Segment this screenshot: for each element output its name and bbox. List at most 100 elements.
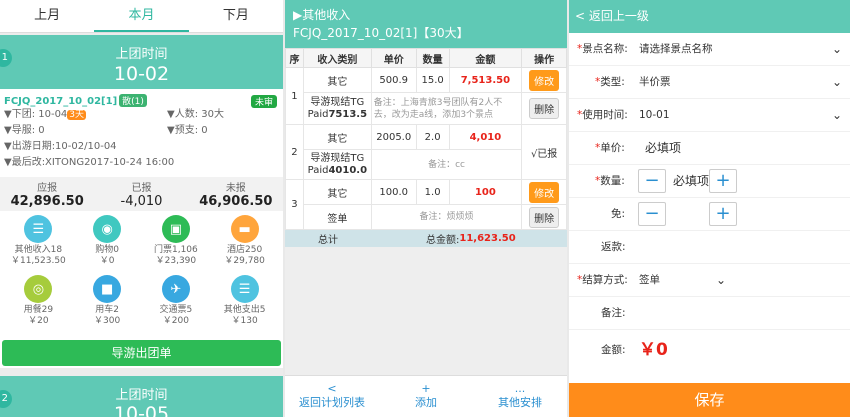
qty-input[interactable]: 必填项	[673, 165, 709, 198]
category-item[interactable]: ✈ 交通票5 ￥200	[142, 275, 211, 335]
col-header: 数量	[415, 48, 450, 68]
hotel-icon: ▬	[230, 215, 259, 243]
other-expense-icon: ☰	[230, 275, 259, 303]
tour-end: ▼下团: 10-04	[4, 109, 68, 120]
free-minus-button[interactable]: −	[638, 202, 666, 226]
income-category: 其它	[302, 67, 372, 93]
trip-dates: ▼出游日期:10-02/10-04	[4, 141, 117, 152]
table-row: 1 其它 500.9 15.0 7,513.50 修改	[285, 67, 567, 125]
group-start-date: 10-02	[113, 63, 170, 85]
price-input[interactable]: 必填项	[645, 132, 681, 165]
category-amount: ￥0	[99, 256, 115, 266]
category-label: 购物0	[95, 245, 119, 255]
paid-value: 4010.0	[328, 164, 368, 176]
total-amount-label: 总金额:	[426, 235, 460, 246]
qty-label: 数量:	[600, 175, 625, 187]
rebate-row: 返款:	[569, 231, 850, 264]
shopping-icon: ◉	[93, 215, 122, 243]
free-row: 免: − +	[569, 198, 850, 231]
category-item[interactable]: ▣ 门票1,106 ￥23,390	[142, 215, 211, 275]
car-icon: ■	[93, 275, 122, 303]
prepay: ▼预支: 0	[167, 125, 208, 136]
settle-row[interactable]: *结算方式: 签单 ⌄	[569, 264, 850, 297]
remark: 备注：cc	[370, 149, 523, 180]
edit-button[interactable]: 修改	[529, 69, 560, 91]
add-button[interactable]: + 添加	[379, 376, 473, 417]
date-label: 使用时间:	[582, 109, 628, 121]
summary-value: 42,896.50	[10, 194, 84, 209]
tab-last-month[interactable]: 上月	[0, 0, 94, 32]
summary-value: -4,010	[120, 194, 163, 209]
month-tabs: 上月 本月 下月	[0, 0, 283, 33]
edit-button[interactable]: 修改	[529, 181, 560, 203]
category-label: 酒店250	[227, 245, 263, 255]
other-income-icon: ☰	[24, 215, 53, 243]
qty-minus-button[interactable]: −	[638, 169, 666, 193]
tour-subtitle: FCJQ_2017_10_02[1]【30大】	[293, 26, 469, 40]
reported-status: √已报	[521, 124, 567, 180]
settle-label: 结算方式:	[582, 274, 628, 286]
category-item[interactable]: ▬ 酒店250 ￥29,780	[210, 215, 279, 275]
category-label: 用车2	[95, 305, 119, 315]
date-select[interactable]: 10-01	[639, 99, 670, 132]
summary-header: 未报	[225, 183, 246, 194]
remark: 备注：烦烦烦	[370, 204, 523, 230]
type-row[interactable]: *类型: 半价票 ⌄	[569, 66, 850, 99]
category-label: 用餐29	[23, 305, 54, 315]
row-number: 1	[285, 67, 304, 125]
tab-next-month[interactable]: 下月	[189, 0, 283, 32]
delete-button[interactable]: 删除	[529, 98, 560, 119]
bottom-toolbar: < 返回计划列表 + 添加 ... 其他安排	[285, 375, 567, 417]
table-row: 签单 备注：烦烦烦 删除	[286, 204, 567, 230]
amount: 100	[448, 179, 523, 205]
guide-fee: ▼导服: 0	[4, 125, 45, 136]
price-row: *单价: 必填项	[569, 132, 850, 165]
delete-button[interactable]: 删除	[529, 206, 560, 228]
page-title: ▶其他收入	[293, 8, 351, 22]
unit-price: 100.0	[370, 179, 417, 205]
remark: 备注：上海青旅3号团队有2人不去，改为走a线，添加3个景点	[370, 92, 523, 125]
settle-select[interactable]: 签单	[639, 264, 660, 297]
spot-name-row[interactable]: *景点名称: 请选择景点名称 ⌄	[569, 33, 850, 66]
tour-code: FCJQ_2017_10_02[1]	[4, 96, 118, 107]
chevron-down-icon: ⌄	[831, 75, 842, 89]
payment-source: 签单	[302, 204, 372, 230]
back-icon: <	[327, 382, 337, 395]
quantity: 1.0	[415, 179, 450, 205]
group-start-label: 上团时间	[115, 47, 168, 62]
paid-label: Paid	[307, 164, 329, 176]
table-row: 2 其它 2005.0 2.0 4,010 √已报	[285, 124, 567, 180]
category-amount: ￥130	[231, 316, 258, 326]
add-label: 添加	[415, 396, 437, 409]
type-select[interactable]: 半价票	[639, 66, 671, 99]
remark-label: 备注:	[601, 307, 626, 319]
tour-card[interactable]: FCJQ_2017_10_02[1] 散(1) 未审 ▼下团: 10-04 3天 ▼人…	[0, 89, 283, 368]
other-arrangement-button[interactable]: ... 其他安排	[473, 376, 567, 417]
category-label: 其他支出5	[223, 305, 266, 315]
quantity: 2.0	[415, 124, 450, 150]
category-item[interactable]: ◉ 购物0 ￥0	[73, 215, 142, 275]
category-amount: ￥23,390	[155, 256, 197, 266]
category-item[interactable]: ◎ 用餐29 ￥20	[4, 275, 73, 335]
date-row[interactable]: *使用时间: 10-01 ⌄	[569, 99, 850, 132]
qty-plus-button[interactable]: +	[709, 169, 737, 193]
paid-value: 7513.5	[328, 108, 368, 120]
category-grid: ☰ 其他收入18 ￥11,523.50 ◉ 购物0 ￥0 ▣ 门票1,106 ￥23,390 ▬ 酒…	[4, 215, 279, 335]
category-item[interactable]: ■ 用车2 ￥300	[73, 275, 142, 335]
spot-name-select[interactable]: 请选择景点名称	[639, 33, 713, 66]
category-label: 交通票5	[159, 305, 193, 315]
row-number: 2	[285, 124, 304, 180]
back-to-list-button[interactable]: < 返回计划列表	[285, 376, 379, 417]
free-plus-button[interactable]: +	[709, 202, 737, 226]
price-label: 单价:	[600, 142, 625, 154]
category-item[interactable]: ☰ 其他收入18 ￥11,523.50	[4, 215, 73, 275]
group-start-date: 10-05	[113, 403, 170, 417]
back-button[interactable]: < 返回上一级	[569, 0, 850, 33]
guide-departure-button[interactable]: 导游出团单	[2, 340, 281, 366]
category-amount: ￥300	[94, 316, 121, 326]
save-button[interactable]: 保存	[569, 383, 850, 417]
qty-row: *数量: − 必填项 +	[569, 165, 850, 198]
payment-source: 导游现结TG	[310, 152, 365, 164]
category-item[interactable]: ☰ 其他支出5 ￥130	[210, 275, 279, 335]
tab-this-month[interactable]: 本月	[94, 0, 189, 32]
